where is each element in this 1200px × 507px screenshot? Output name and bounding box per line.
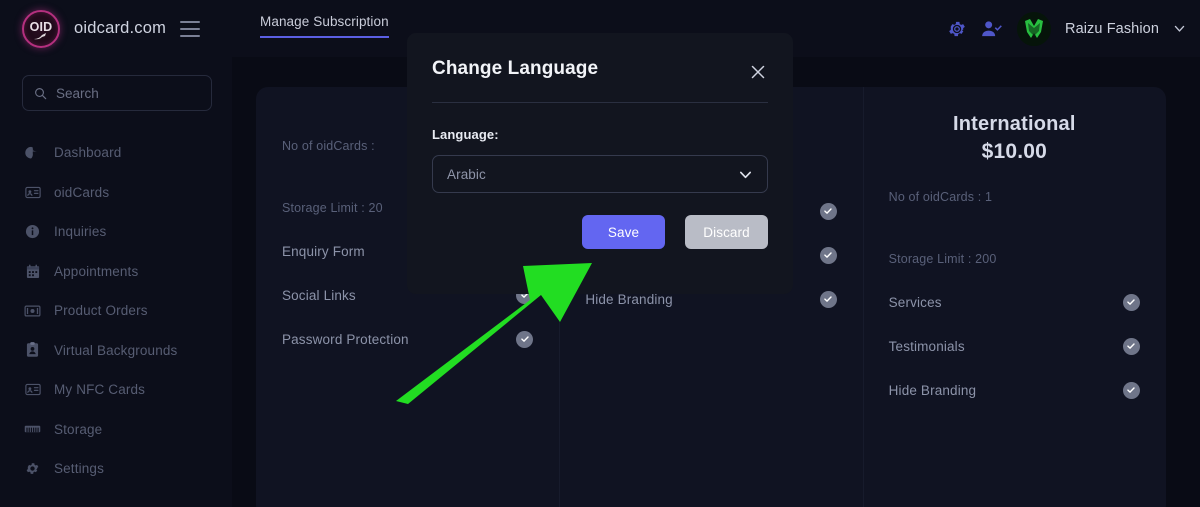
- tab-bar: Manage Subscription: [260, 0, 389, 57]
- check-icon: [819, 246, 837, 264]
- modal-header: Change Language: [432, 33, 768, 82]
- language-field-label: Language:: [432, 127, 499, 142]
- brand-name: oidcard.com: [74, 19, 167, 37]
- sidebar-item-my-nfc-cards[interactable]: My NFC Cards: [0, 370, 232, 410]
- top-bar-right: Raizu Fashion: [947, 11, 1186, 46]
- tab-label: Manage Subscription: [260, 14, 389, 29]
- gear-icon[interactable]: [947, 19, 967, 39]
- chevron-down-icon[interactable]: [1173, 22, 1186, 35]
- search-input[interactable]: Search: [22, 75, 212, 111]
- sidebar-item-label: Virtual Backgrounds: [54, 342, 178, 358]
- pie-chart-icon: [24, 144, 41, 161]
- plan-column: International $10.00 No of oidCards : 1 …: [862, 87, 1166, 507]
- check-icon: [819, 202, 837, 220]
- id-card-icon: [24, 381, 41, 398]
- check-icon: [1122, 293, 1140, 311]
- search-placeholder: Search: [56, 85, 99, 101]
- sidebar-item-label: Storage: [54, 421, 103, 437]
- search-icon: [35, 87, 47, 99]
- modal-divider: [432, 102, 768, 103]
- sidebar-item-dashboard[interactable]: Dashboard: [0, 133, 232, 173]
- plan-storage-limit: Storage Limit : 200: [888, 252, 997, 266]
- sidebar-item-label: Appointments: [54, 263, 139, 279]
- tab-manage-subscription[interactable]: Manage Subscription: [260, 14, 389, 38]
- discard-button[interactable]: Discard: [685, 215, 768, 249]
- avatar-logo-icon: [1017, 11, 1051, 46]
- check-icon: [516, 330, 534, 348]
- sidebar-item-label: Dashboard: [54, 145, 122, 161]
- money-bill-icon: [24, 302, 41, 319]
- feature-name: Testimonials: [888, 338, 965, 354]
- feature-name: Hide Branding: [888, 382, 977, 398]
- sidebar-item-label: oidCards: [54, 184, 110, 200]
- change-language-modal: Change Language Language: Arabic Save Di…: [407, 33, 793, 294]
- sidebar-item-virtual-backgrounds[interactable]: Virtual Backgrounds: [0, 331, 232, 371]
- feature-row: Hide Branding: [889, 368, 1140, 412]
- sidebar: Search Dashboard oidCards Inquiries Appo…: [0, 57, 232, 507]
- oid-logo-icon[interactable]: OID: [22, 9, 60, 48]
- check-icon: [819, 290, 837, 308]
- logo-swoosh-icon: [34, 32, 46, 39]
- feature-row: Services: [889, 280, 1140, 324]
- sidebar-item-inquiries[interactable]: Inquiries: [0, 212, 232, 252]
- sidebar-item-label: Inquiries: [54, 224, 107, 240]
- gear-icon: [24, 460, 41, 477]
- id-badge-icon: [24, 342, 41, 359]
- sidebar-item-settings[interactable]: Settings: [0, 449, 232, 489]
- language-select[interactable]: Arabic: [432, 155, 768, 193]
- sidebar-item-appointments[interactable]: Appointments: [0, 252, 232, 292]
- plan-title: International: [953, 113, 1076, 135]
- plan-cards-count: No of oidCards : 1: [888, 190, 993, 204]
- check-icon: [1122, 337, 1140, 355]
- language-select-value: Arabic: [447, 166, 486, 182]
- sidebar-item-label: Settings: [54, 461, 104, 477]
- feature-name: Enquiry Form: [282, 243, 365, 259]
- sidebar-item-label: My NFC Cards: [54, 382, 146, 398]
- chevron-down-icon: [739, 171, 752, 178]
- feature-name: Services: [888, 294, 942, 310]
- modal-actions: Save Discard: [432, 215, 768, 249]
- close-icon[interactable]: [748, 62, 768, 82]
- sidebar-item-oidcards[interactable]: oidCards: [0, 173, 232, 213]
- user-check-icon[interactable]: [981, 19, 1003, 39]
- feature-name: Password Protection: [282, 331, 409, 347]
- memory-icon: [24, 421, 41, 438]
- app-root: OID oidcard.com Manage Subscription Raiz…: [0, 0, 1200, 507]
- check-icon: [1122, 381, 1140, 399]
- feature-row: Password Protection: [282, 317, 534, 361]
- info-circle-icon: [24, 223, 41, 240]
- plan-price: $10.00: [981, 140, 1048, 163]
- hamburger-icon[interactable]: [180, 20, 201, 37]
- brand-zone: OID oidcard.com: [0, 0, 232, 57]
- sidebar-item-storage[interactable]: Storage: [0, 410, 232, 450]
- user-name: Raizu Fashion: [1065, 20, 1159, 37]
- feature-row: Testimonials: [889, 324, 1140, 368]
- save-button[interactable]: Save: [582, 215, 665, 249]
- sidebar-item-product-orders[interactable]: Product Orders: [0, 291, 232, 331]
- modal-title: Change Language: [432, 58, 599, 79]
- sidebar-item-label: Product Orders: [54, 303, 148, 319]
- calendar-icon: [24, 263, 41, 280]
- id-card-icon: [24, 184, 41, 201]
- feature-name: Social Links: [282, 287, 356, 303]
- avatar[interactable]: [1017, 11, 1051, 46]
